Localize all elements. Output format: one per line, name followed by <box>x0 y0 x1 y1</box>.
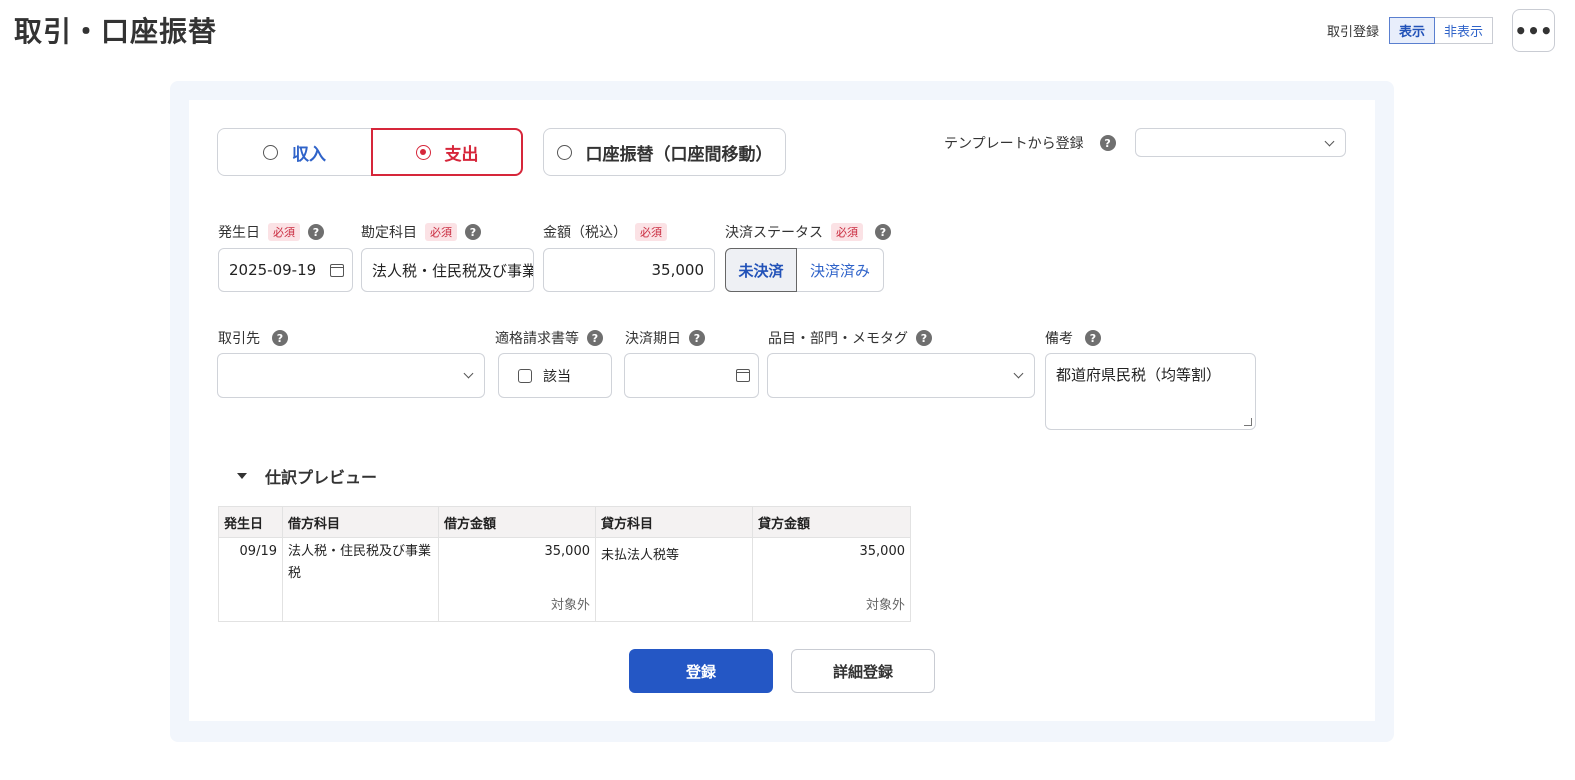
more-options-icon[interactable]: ••• <box>1512 9 1555 52</box>
template-label: テンプレートから登録 ? <box>944 133 1116 153</box>
tab-income-label: 収入 <box>292 144 326 165</box>
radio-icon <box>263 144 278 160</box>
help-icon[interactable]: ? <box>1099 135 1116 151</box>
required-badge: 必須 <box>425 223 457 241</box>
invoice-label: 適格請求書等 ? <box>495 328 603 348</box>
date-input[interactable]: 2025-09-19 <box>218 248 353 292</box>
account-input[interactable]: 法人税・住民税及び事業税 <box>361 248 534 292</box>
checkbox-icon[interactable] <box>518 368 532 383</box>
required-badge: 必須 <box>831 223 863 241</box>
tab-income[interactable]: 収入 <box>217 128 372 176</box>
tags-select[interactable] <box>767 353 1035 398</box>
column-header: 貸方科目 <box>595 506 753 538</box>
status-label: 決済ステータス 必須 ? <box>725 222 891 242</box>
status-unpaid-button[interactable]: 未決済 <box>725 248 797 292</box>
row-credit-account: 未払法人税等 <box>595 537 753 622</box>
calendar-icon[interactable] <box>330 264 344 277</box>
chevron-down-icon <box>463 368 474 379</box>
due-date-label: 決済期日 ? <box>625 328 705 348</box>
template-select[interactable] <box>1135 128 1346 157</box>
resize-handle-icon[interactable] <box>1244 418 1252 426</box>
journal-preview-toggle[interactable]: 仕訳プレビュー <box>237 464 377 488</box>
invoice-checkbox-field[interactable]: 該当 <box>498 353 612 398</box>
row-debit-amount: 35,000 対象外 <box>438 537 596 622</box>
amount-input[interactable]: 35,000 <box>543 248 715 292</box>
form-panel: 収入 支出 口座振替（口座間移動） テンプレートから登録 ? 発生日 必須 ? … <box>170 81 1394 742</box>
column-header: 借方科目 <box>282 506 439 538</box>
help-icon[interactable]: ? <box>308 224 324 240</box>
help-icon[interactable]: ? <box>689 330 705 346</box>
row-debit-tax: 対象外 <box>550 598 590 613</box>
tab-expense[interactable]: 支出 <box>371 128 523 176</box>
chevron-down-icon <box>1324 136 1335 147</box>
column-header: 発生日 <box>218 506 283 538</box>
column-header: 貸方金額 <box>752 506 911 538</box>
tab-transfer[interactable]: 口座振替（口座間移動） <box>543 128 786 176</box>
hide-button[interactable]: 非表示 <box>1434 17 1493 44</box>
caret-down-icon <box>237 473 247 479</box>
help-icon[interactable]: ? <box>875 224 891 240</box>
help-icon[interactable]: ? <box>587 330 603 346</box>
show-button[interactable]: 表示 <box>1388 17 1435 44</box>
radio-icon <box>556 144 572 160</box>
help-icon[interactable]: ? <box>465 224 481 240</box>
tab-expense-label: 支出 <box>444 144 479 165</box>
calendar-icon[interactable] <box>736 369 750 382</box>
row-credit-tax: 対象外 <box>865 598 905 613</box>
row-debit-account: 法人税・住民税及び事業税 <box>282 537 439 622</box>
amount-label: 金額（税込） 必須 <box>543 222 667 242</box>
help-icon[interactable]: ? <box>272 330 288 346</box>
partner-select[interactable] <box>217 353 485 398</box>
tab-transfer-label: 口座振替（口座間移動） <box>585 144 773 165</box>
column-header: 借方金額 <box>438 506 596 538</box>
memo-textarea[interactable]: 都道府県民税（均等割） <box>1045 353 1256 430</box>
journal-preview-table: 発生日 借方科目 借方金額 貸方科目 貸方金額 09/19 法人税・住民税及び事… <box>218 506 911 622</box>
form-card: 収入 支出 口座振替（口座間移動） テンプレートから登録 ? 発生日 必須 ? … <box>189 100 1375 721</box>
required-badge: 必須 <box>268 223 300 241</box>
register-visibility-toggle: 表示 非表示 <box>1388 17 1493 44</box>
detail-register-button[interactable]: 詳細登録 <box>791 649 935 693</box>
help-icon[interactable]: ? <box>916 330 932 346</box>
partner-label: 取引先 ? <box>218 328 288 348</box>
header-controls: 取引登録 表示 非表示 ••• <box>1327 9 1555 52</box>
payment-status-toggle: 未決済 決済済み <box>725 248 884 292</box>
invoice-checkbox-label: 該当 <box>543 368 571 385</box>
required-badge: 必須 <box>635 223 667 241</box>
help-icon[interactable]: ? <box>1085 330 1101 346</box>
register-button[interactable]: 登録 <box>629 649 773 693</box>
memo-label: 備考 ? <box>1045 328 1101 348</box>
table-header-row: 発生日 借方科目 借方金額 貸方科目 貸方金額 <box>218 506 911 538</box>
register-label: 取引登録 <box>1326 25 1379 40</box>
transaction-type-tabs: 収入 支出 <box>217 128 523 176</box>
page-title: 取引・口座振替 <box>14 15 218 48</box>
radio-selected-icon <box>415 144 431 160</box>
tags-label: 品目・部門・メモタグ ? <box>768 328 932 348</box>
chevron-down-icon <box>1013 368 1024 379</box>
table-row: 09/19 法人税・住民税及び事業税 35,000 対象外 未払法人税等 35,… <box>218 537 911 622</box>
row-date: 09/19 <box>218 537 283 622</box>
status-paid-button[interactable]: 決済済み <box>797 248 884 292</box>
due-date-input[interactable] <box>624 353 759 398</box>
date-label: 発生日 必須 ? <box>218 222 324 242</box>
account-label: 勘定科目 必須 ? <box>361 222 481 242</box>
row-credit-amount: 35,000 対象外 <box>752 537 911 622</box>
